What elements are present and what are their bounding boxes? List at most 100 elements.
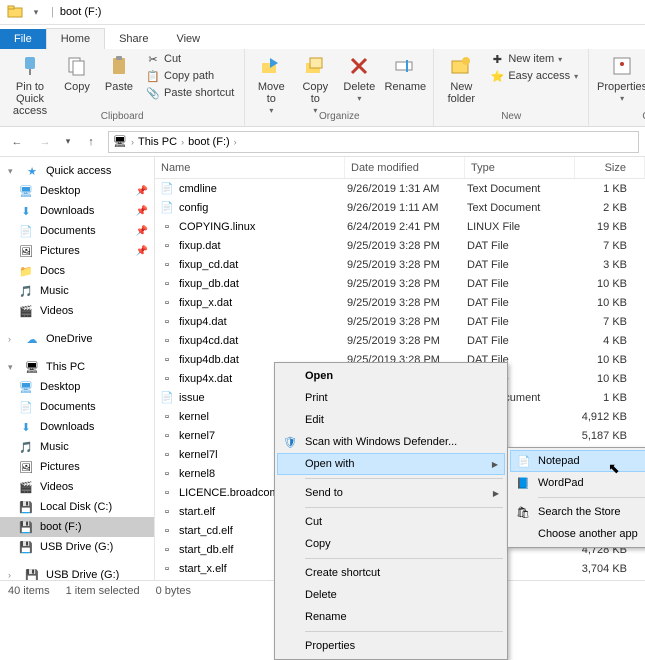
col-date[interactable]: Date modified <box>345 157 465 178</box>
nav-usb-g2[interactable]: ›💾USB Drive (G:) <box>0 565 154 580</box>
file-icon: ▫ <box>159 295 175 311</box>
status-items: 40 items <box>8 585 50 597</box>
nav-thispc[interactable]: ▾🖥This PC <box>0 357 154 377</box>
col-type[interactable]: Type <box>465 157 575 178</box>
file-icon: ▫ <box>159 238 175 254</box>
file-icon: 📄 <box>159 200 175 216</box>
pin-to-quick-access-button[interactable]: Pin to Quick access <box>6 51 54 119</box>
ctx-print[interactable]: Print <box>277 387 505 409</box>
nav-docs[interactable]: 📁Docs <box>0 261 154 281</box>
nav-downloads[interactable]: ⬇Downloads📌 <box>0 201 154 221</box>
ctx-create-shortcut[interactable]: Create shortcut <box>277 562 505 584</box>
nav-pc-music[interactable]: 🎵Music <box>0 437 154 457</box>
ctx-choose-another[interactable]: Choose another app <box>510 523 645 545</box>
titlebar: ▾ | boot (F:) <box>0 0 645 25</box>
recent-dropdown[interactable]: ▾ <box>62 131 74 153</box>
tab-share[interactable]: Share <box>105 29 162 49</box>
qat-down-icon[interactable]: ▾ <box>27 3 45 21</box>
ctx-notepad[interactable]: 📄Notepad <box>510 450 645 472</box>
nav-usb-g[interactable]: 💾USB Drive (G:) <box>0 537 154 557</box>
tab-view[interactable]: View <box>162 29 214 49</box>
easy-access-button[interactable]: ⭐Easy access ▾ <box>486 68 582 84</box>
ctx-cut[interactable]: Cut <box>277 511 505 533</box>
file-icon: 📄 <box>159 390 175 406</box>
back-button[interactable]: ← <box>6 131 28 153</box>
breadcrumb-loc[interactable]: boot (F:) <box>188 136 230 148</box>
file-row[interactable]: 📄cmdline9/26/2019 1:31 AMText Document1 … <box>155 179 645 198</box>
file-size: 3,704 KB <box>577 563 645 575</box>
file-row[interactable]: ▫fixup.dat9/25/2019 3:28 PMDAT File7 KB <box>155 236 645 255</box>
file-row[interactable]: ▫fixup4cd.dat9/25/2019 3:28 PMDAT File4 … <box>155 331 645 350</box>
ctx-edit[interactable]: Edit <box>277 409 505 431</box>
delete-button[interactable]: Delete▾ <box>339 51 379 106</box>
tab-home[interactable]: Home <box>46 28 105 49</box>
ctx-open[interactable]: Open <box>277 365 505 387</box>
ctx-copy[interactable]: Copy <box>277 533 505 555</box>
column-headers: Name Date modified Type Size <box>155 157 645 179</box>
copy-button[interactable]: Copy <box>58 51 96 95</box>
navigation-pane: ▾★Quick access 🖥Desktop📌 ⬇Downloads📌 📄Do… <box>0 157 155 580</box>
nav-music[interactable]: 🎵Music <box>0 281 154 301</box>
separator <box>305 507 503 508</box>
nav-pc-documents[interactable]: 📄Documents <box>0 397 154 417</box>
breadcrumb[interactable]: 🖥 › This PC › boot (F:) › <box>108 131 639 153</box>
nav-onedrive[interactable]: ›☁OneDrive <box>0 329 154 349</box>
file-size: 4,912 KB <box>577 411 645 423</box>
file-name: fixup_db.dat <box>179 278 347 290</box>
videos-icon: 🎬 <box>18 479 34 495</box>
nav-documents[interactable]: 📄Documents📌 <box>0 221 154 241</box>
ribbon-group-new: New folder ✚New item ▾ ⭐Easy access ▾ Ne… <box>434 49 589 126</box>
file-row[interactable]: ▫fixup_db.dat9/25/2019 3:28 PMDAT File10… <box>155 274 645 293</box>
nav-boot-drive[interactable]: 💾boot (F:) <box>0 517 154 537</box>
new-folder-button[interactable]: New folder <box>440 51 482 107</box>
rename-button[interactable]: Rename <box>383 51 427 95</box>
file-type: DAT File <box>467 278 577 290</box>
nav-pc-downloads[interactable]: ⬇Downloads <box>0 417 154 437</box>
file-row[interactable]: ▫fixup4.dat9/25/2019 3:28 PMDAT File7 KB <box>155 312 645 331</box>
music-icon: 🎵 <box>18 439 34 455</box>
nav-pc-pictures[interactable]: 🖼Pictures <box>0 457 154 477</box>
ctx-delete[interactable]: Delete <box>277 584 505 606</box>
ctx-open-with[interactable]: Open with▶ <box>277 453 505 475</box>
col-size[interactable]: Size <box>575 157 645 178</box>
up-button[interactable]: ↑ <box>80 131 102 153</box>
copy-to-button[interactable]: Copy to▾ <box>295 51 335 118</box>
file-row[interactable]: ▫fixup_cd.dat9/25/2019 3:28 PMDAT File3 … <box>155 255 645 274</box>
cut-button[interactable]: ✂Cut <box>142 51 238 67</box>
file-row[interactable]: ▫COPYING.linux6/24/2019 2:41 PMLINUX Fil… <box>155 217 645 236</box>
file-row[interactable]: ▫fixup_x.dat9/25/2019 3:28 PMDAT File10 … <box>155 293 645 312</box>
file-size: 10 KB <box>577 354 645 366</box>
nav-quick-access[interactable]: ▾★Quick access <box>0 161 154 181</box>
breadcrumb-thispc[interactable]: This PC <box>138 136 177 148</box>
file-icon: ▫ <box>159 219 175 235</box>
ctx-properties[interactable]: Properties <box>277 635 505 657</box>
file-row[interactable]: 📄config9/26/2019 1:11 AMText Document2 K… <box>155 198 645 217</box>
paste-button[interactable]: Paste <box>100 51 138 95</box>
nav-desktop[interactable]: 🖥Desktop📌 <box>0 181 154 201</box>
window-title: boot (F:) <box>60 6 102 18</box>
file-icon: ▫ <box>159 485 175 501</box>
forward-button[interactable]: → <box>34 131 56 153</box>
nav-pictures[interactable]: 🖼Pictures📌 <box>0 241 154 261</box>
file-type: DAT File <box>467 259 577 271</box>
ctx-send-to[interactable]: Send to▶ <box>277 482 505 504</box>
nav-pc-videos[interactable]: 🎬Videos <box>0 477 154 497</box>
cut-icon: ✂ <box>146 52 160 66</box>
copy-path-button[interactable]: 📋Copy path <box>142 68 238 84</box>
ctx-scan-defender[interactable]: 🛡Scan with Windows Defender... <box>277 431 505 453</box>
move-to-button[interactable]: Move to▾ <box>251 51 291 118</box>
paste-shortcut-button[interactable]: 📎Paste shortcut <box>142 85 238 101</box>
delete-icon <box>346 53 372 79</box>
ribbon-group-organize: Move to▾ Copy to▾ Delete▾ Rename Organiz… <box>245 49 434 126</box>
properties-button[interactable]: Properties▾ <box>595 51 645 106</box>
col-name[interactable]: Name <box>155 157 345 178</box>
chevron-right-icon: ▶ <box>492 460 498 469</box>
ctx-rename[interactable]: Rename <box>277 606 505 628</box>
tab-file[interactable]: File <box>0 29 46 49</box>
nav-pc-desktop[interactable]: 🖥Desktop <box>0 377 154 397</box>
nav-local-disk[interactable]: 💾Local Disk (C:) <box>0 497 154 517</box>
ctx-search-store[interactable]: 🛍Search the Store <box>510 501 645 523</box>
new-item-button[interactable]: ✚New item ▾ <box>486 51 582 67</box>
ctx-wordpad[interactable]: 📘WordPad <box>510 472 645 494</box>
nav-videos[interactable]: 🎬Videos <box>0 301 154 321</box>
